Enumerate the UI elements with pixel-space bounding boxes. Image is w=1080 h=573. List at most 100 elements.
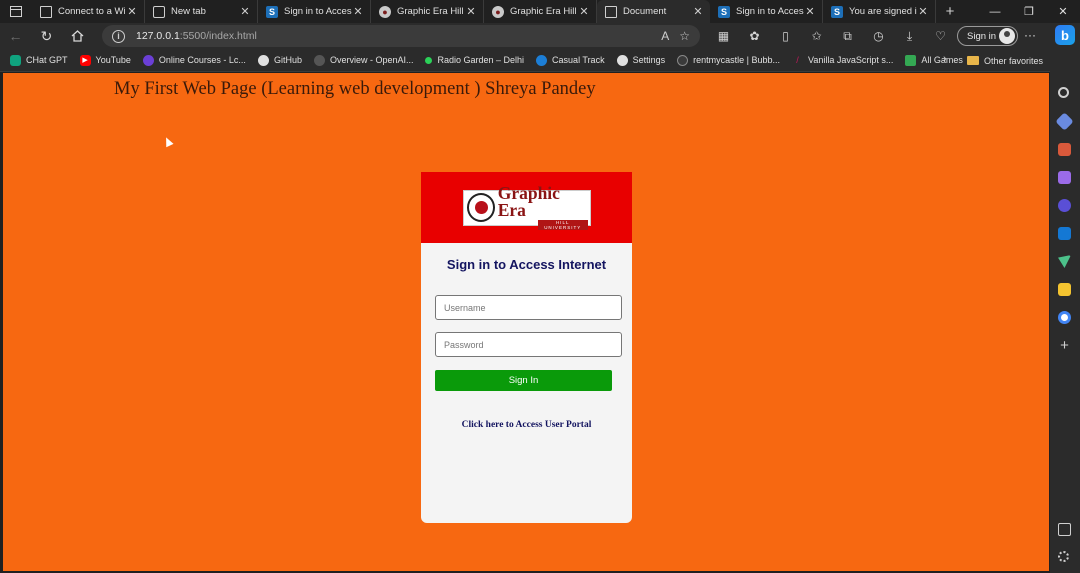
bookmark-other-favorites[interactable]: Other favorites	[967, 49, 1043, 72]
logo-text: Graphic Era HILL UNIVERSITY	[498, 184, 590, 230]
bubble-icon	[677, 54, 689, 66]
bookmark-casual-track[interactable]: Casual Track	[536, 54, 605, 66]
tab-close-icon[interactable]: ✕	[917, 5, 929, 18]
bookmark-openai[interactable]: Overview - OpenAI...	[313, 54, 414, 66]
performance-icon[interactable]: ♡	[925, 29, 956, 43]
tab-3[interactable]: ● Graphic Era Hill U ✕	[371, 0, 484, 23]
chevron-right-icon[interactable]: ›	[943, 53, 947, 65]
extensions-puzzle-icon[interactable]: ✿	[739, 29, 770, 43]
add-icon[interactable]: +	[1058, 338, 1071, 353]
home-button[interactable]	[62, 23, 93, 49]
shopping-tag-icon[interactable]	[1055, 112, 1074, 131]
games-icon[interactable]	[1058, 171, 1071, 184]
send-icon[interactable]	[1058, 255, 1071, 268]
tab-close-icon[interactable]: ✕	[239, 5, 251, 18]
tab-close-icon[interactable]: ✕	[804, 5, 816, 18]
tab-title: Graphic Era Hill U	[397, 6, 465, 17]
graphic-era-icon: ●	[379, 5, 391, 18]
close-window-icon[interactable]: ✕	[1046, 0, 1080, 23]
split-screen-icon[interactable]: ▯	[770, 29, 801, 43]
edge-sidebar: b +	[1050, 23, 1080, 573]
sign-in-button[interactable]: Sign In	[435, 370, 612, 391]
gear-icon[interactable]	[1058, 551, 1069, 562]
youtube-icon: ▶	[79, 54, 91, 66]
address-url: 127.0.0.1:5500/index.html	[136, 30, 257, 42]
bookmark-label: Overview - OpenAI...	[329, 55, 414, 65]
address-path: :5500/index.html	[179, 30, 257, 42]
site-info-icon[interactable]: i	[112, 29, 125, 43]
tab-close-icon[interactable]: ✕	[126, 5, 138, 18]
extension-icon[interactable]: ▦	[708, 29, 739, 43]
bookmark-all-games[interactable]: All Games	[905, 54, 963, 66]
settings-more-button[interactable]: ···	[1024, 28, 1036, 42]
chatgpt-icon	[10, 54, 21, 66]
bookmark-label: Radio Garden – Delhi	[437, 55, 525, 65]
tab-title: Sign in to Access	[736, 6, 804, 17]
bookmark-vanilla-js[interactable]: / Vanilla JavaScript s...	[792, 55, 893, 66]
bookmark-github[interactable]: GitHub	[257, 54, 302, 66]
downloads-icon[interactable]: ⤓	[894, 29, 925, 44]
bookmark-label: GitHub	[273, 55, 302, 65]
notes-icon[interactable]	[1058, 283, 1071, 296]
tab-7[interactable]: S You are signed in ✕	[823, 0, 936, 23]
courses-icon	[142, 54, 154, 66]
tab-close-icon[interactable]: ✕	[465, 5, 477, 18]
bookmark-label: Vanilla JavaScript s...	[808, 55, 894, 65]
search-icon[interactable]	[1058, 87, 1069, 98]
bookmark-radio-garden[interactable]: Radio Garden – Delhi	[425, 55, 524, 65]
bookmark-label: Online Courses - Lc...	[158, 55, 246, 65]
tab-title: You are signed in	[849, 6, 917, 17]
bookmark-label: Settings	[632, 55, 666, 65]
profile-signin-button[interactable]: Sign in	[957, 26, 1018, 46]
outlook-icon[interactable]	[1058, 227, 1071, 240]
password-input[interactable]	[435, 332, 622, 357]
tab-2[interactable]: S Sign in to Access ✕	[258, 0, 371, 23]
minimize-icon[interactable]: —	[978, 0, 1012, 23]
tab-title: Document	[623, 6, 667, 17]
university-seal-icon	[466, 193, 495, 222]
google-icon[interactable]	[1058, 311, 1071, 324]
favorite-star-icon[interactable]: ☆	[679, 29, 690, 43]
refresh-button[interactable]: ↻	[31, 23, 62, 49]
microsoft-365-icon[interactable]	[1058, 199, 1071, 212]
bookmark-online-courses[interactable]: Online Courses - Lc...	[142, 54, 246, 66]
casual-track-icon	[536, 54, 548, 66]
tab-5-active[interactable]: Document ✕	[597, 0, 710, 23]
bookmark-label: Other favorites	[984, 55, 1044, 66]
user-portal-link[interactable]: Click here to Access User Portal	[421, 420, 632, 430]
bookmark-rentmycastle[interactable]: rentmycastle | Bubb...	[677, 54, 780, 66]
folder-icon	[967, 56, 979, 65]
username-input[interactable]	[435, 295, 622, 320]
back-button[interactable]: ←	[0, 23, 31, 49]
bookmark-youtube[interactable]: ▶ YouTube	[79, 54, 131, 66]
bookmark-label: CHat GPT	[26, 55, 68, 65]
history-icon[interactable]: ◷	[863, 29, 894, 43]
address-bar[interactable]: i 127.0.0.1:5500/index.html A ☆	[102, 25, 700, 47]
tab-4[interactable]: ● Graphic Era Hill U ✕	[484, 0, 597, 23]
tab-close-icon[interactable]: ✕	[692, 5, 704, 18]
sidebar-toggle-icon[interactable]	[1058, 523, 1071, 536]
new-tab-icon	[153, 5, 165, 18]
new-tab-button[interactable]: +	[936, 0, 964, 23]
restore-icon[interactable]: ❐	[1012, 0, 1046, 23]
collections-icon[interactable]: ⧉	[832, 29, 863, 44]
vanilla-js-icon: /	[796, 55, 799, 65]
signin-label: Sign in	[967, 30, 997, 42]
bookmark-chatgpt[interactable]: CHat GPT	[10, 54, 68, 66]
tab-close-icon[interactable]: ✕	[578, 5, 590, 18]
tab-6[interactable]: S Sign in to Access ✕	[710, 0, 823, 23]
tab-actions-button[interactable]	[0, 0, 32, 23]
bookmark-label: rentmycastle | Bubb...	[693, 55, 780, 65]
favorites-icon[interactable]: ✩	[801, 29, 832, 43]
github-icon	[616, 54, 628, 66]
tools-briefcase-icon[interactable]	[1058, 143, 1071, 156]
copilot-icon[interactable]: b	[1055, 25, 1075, 45]
tab-close-icon[interactable]: ✕	[352, 5, 364, 18]
bookmark-settings[interactable]: Settings	[616, 54, 666, 66]
page-viewport: My First Web Page (Learning web developm…	[3, 73, 1049, 571]
tab-0[interactable]: Connect to a Wi-Fi hot ✕	[32, 0, 145, 23]
radio-garden-icon	[425, 56, 433, 64]
tab-1[interactable]: New tab ✕	[145, 0, 258, 23]
read-aloud-icon[interactable]: A	[661, 29, 669, 43]
navigation-toolbar: ← ↻ i 127.0.0.1:5500/index.html A ☆ ▦ ✿ …	[0, 23, 1050, 49]
